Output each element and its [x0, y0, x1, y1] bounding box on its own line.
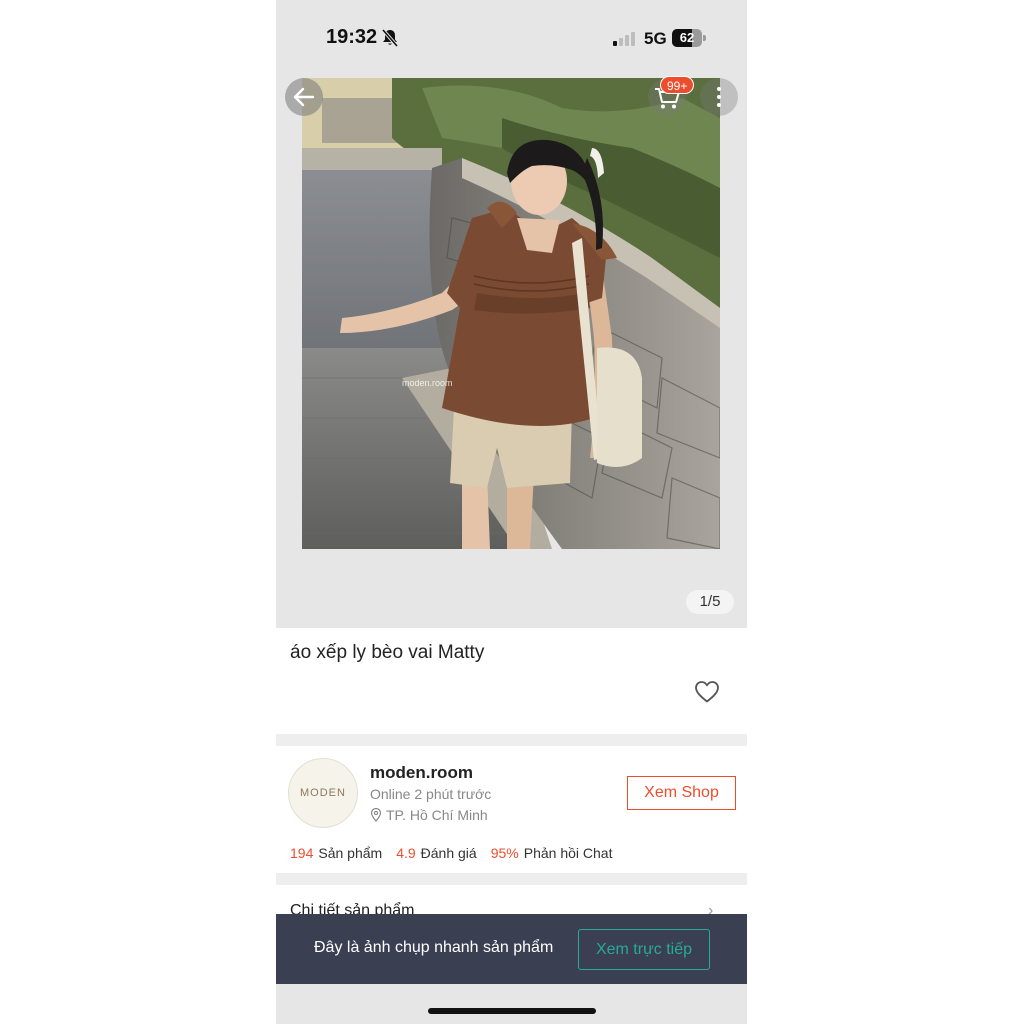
product-photo[interactable]: moden.room — [302, 78, 720, 549]
snapshot-banner: Đây là ảnh chụp nhanh sản phẩm Xem trực … — [276, 914, 747, 984]
phone-screen: 19:32 5G 62 moden.room 99+ 1/5 áo xếp ly… — [276, 0, 747, 1024]
shop-stats: 194 Sản phẩm 4.9 Đánh giá 95% Phản hồi Chat — [290, 845, 612, 861]
stat-label: Đánh giá — [420, 845, 477, 861]
shop-location: TP. Hồ Chí Minh — [370, 807, 488, 823]
section-divider — [276, 873, 747, 885]
arrow-left-icon — [293, 87, 315, 107]
cart-count-badge: 99+ — [660, 76, 695, 94]
stat-chat-response: 95% Phản hồi Chat — [491, 845, 613, 861]
product-title: áo xếp ly bèo vai Matty — [290, 642, 485, 663]
shop-avatar[interactable]: MODEN — [288, 758, 358, 828]
shop-online-status: Online 2 phút trước — [370, 786, 492, 802]
shop-name[interactable]: moden.room — [370, 763, 473, 783]
stat-rating: 4.9 Đánh giá — [396, 845, 477, 861]
battery-level: 62 — [679, 30, 695, 45]
heart-icon[interactable] — [694, 680, 720, 704]
home-indicator-area — [276, 984, 747, 1024]
status-bar: 19:32 5G 62 — [276, 0, 747, 78]
bell-slash-icon — [381, 28, 399, 48]
stat-label: Sản phẩm — [318, 845, 383, 861]
image-counter: 1/5 — [686, 590, 734, 614]
section-divider — [276, 734, 747, 746]
view-live-button[interactable]: Xem trực tiếp — [578, 929, 710, 970]
photo-watermark: moden.room — [402, 378, 453, 388]
stat-value: 194 — [290, 845, 314, 861]
more-vertical-icon — [717, 87, 721, 107]
stat-value: 95% — [490, 845, 519, 861]
stat-products: 194 Sản phẩm — [290, 845, 382, 861]
shop-logo-text: MODEN — [300, 787, 346, 799]
view-shop-button[interactable]: Xem Shop — [627, 776, 736, 810]
signal-icon — [613, 32, 635, 46]
back-button[interactable] — [285, 78, 323, 116]
stat-label: Phản hồi Chat — [523, 845, 613, 861]
location-pin-icon — [370, 808, 382, 822]
network-type: 5G — [644, 29, 667, 48]
home-indicator[interactable] — [428, 1008, 596, 1014]
status-time: 19:32 — [326, 26, 378, 48]
more-options-button[interactable] — [700, 78, 738, 116]
shop-location-text: TP. Hồ Chí Minh — [386, 807, 488, 823]
stat-value: 4.9 — [396, 845, 416, 861]
product-gallery[interactable]: moden.room 99+ 1/5 — [276, 76, 747, 628]
snapshot-banner-text: Đây là ảnh chụp nhanh sản phẩm — [314, 939, 554, 956]
battery-icon: 62 — [672, 29, 706, 47]
